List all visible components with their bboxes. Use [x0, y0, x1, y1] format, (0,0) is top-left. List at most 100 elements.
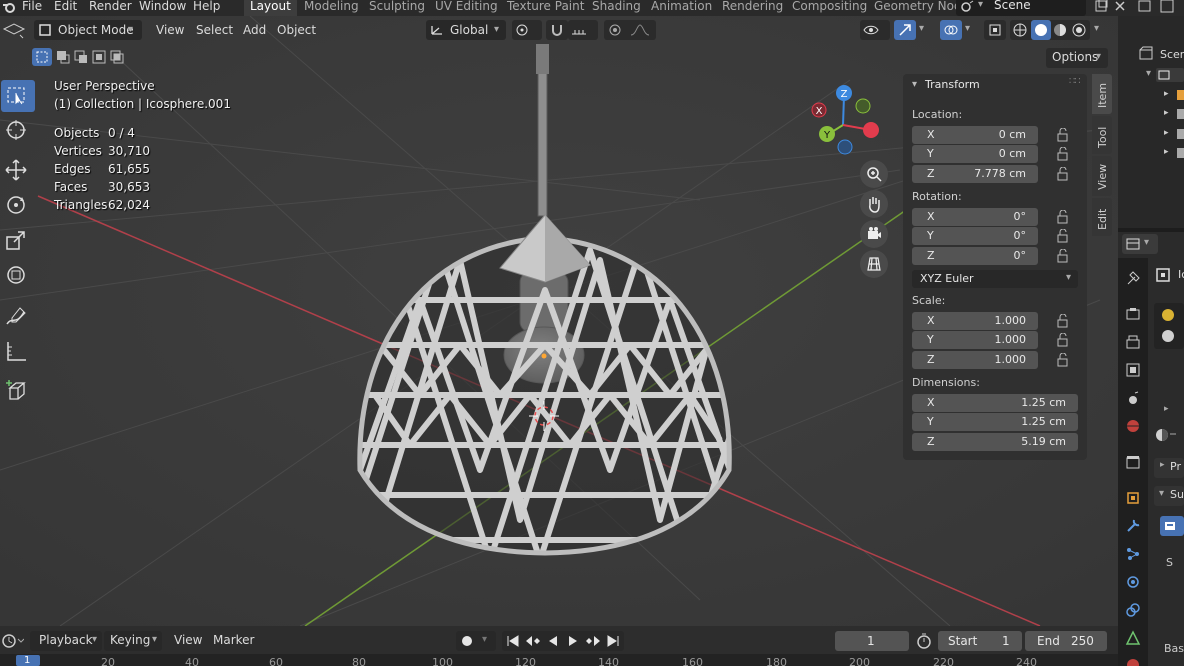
object-properties-icon[interactable] [1125, 490, 1141, 506]
menu-file[interactable]: File [22, 0, 42, 13]
select-extend-icon[interactable] [56, 50, 70, 64]
workspace-tab-layout[interactable]: Layout [244, 0, 297, 16]
object-name-field[interactable]: Ic [1178, 268, 1184, 281]
view-layer-list-icon[interactable] [1160, 0, 1174, 13]
tab-view[interactable]: View [1092, 156, 1112, 196]
gizmo-toggle[interactable] [894, 20, 916, 40]
options-dropdown[interactable]: Options ▾ [1046, 48, 1108, 68]
menu-render[interactable]: Render [89, 0, 132, 13]
expand-arrow-icon[interactable]: ▸ [1164, 128, 1169, 138]
editor-type-icon[interactable] [2, 633, 24, 649]
expand-arrow-icon[interactable]: ▸ [1164, 89, 1169, 99]
particles-properties-icon[interactable] [1125, 546, 1141, 562]
tool-add-cube[interactable] [0, 375, 34, 407]
lock-icon[interactable] [1056, 128, 1070, 142]
rotation-mode-dropdown[interactable]: XYZ Euler ▾ [912, 270, 1078, 288]
menu-object[interactable]: Object [277, 23, 316, 37]
location-y-field[interactable]: Y0 cm [912, 145, 1038, 163]
scene-selector[interactable]: ▾ Scene [956, 0, 1086, 16]
select-subtract-icon[interactable] [74, 50, 88, 64]
expand-arrow-icon[interactable]: ▸ [1164, 147, 1169, 157]
expand-arrow-icon[interactable]: ▾ [1146, 68, 1151, 79]
tool-scale[interactable] [0, 224, 34, 256]
menu-add[interactable]: Add [243, 23, 266, 37]
select-intersect-icon[interactable] [110, 50, 124, 64]
new-scene-icon[interactable] [1094, 0, 1108, 13]
next-keyframe-icon[interactable] [584, 635, 602, 647]
lock-icon[interactable] [1056, 333, 1070, 347]
chevron-down-icon[interactable]: ▾ [965, 23, 970, 34]
lock-icon[interactable] [1056, 147, 1070, 161]
data-properties-icon[interactable] [1125, 630, 1141, 646]
tool-move[interactable] [0, 154, 34, 186]
play-icon[interactable] [566, 635, 580, 647]
navigation-gizmo[interactable]: X Z Y [805, 80, 885, 160]
material-slots-list[interactable] [1154, 303, 1184, 349]
menu-edit[interactable]: Edit [54, 0, 77, 13]
tab-tool[interactable]: Tool [1092, 116, 1112, 154]
playhead[interactable]: 1 [16, 655, 40, 666]
ortho-toggle-button[interactable] [860, 250, 888, 278]
timeline-view-menu[interactable]: View [174, 633, 202, 647]
workspace-tab-sculpting[interactable]: Sculpting [363, 0, 431, 16]
modifier-properties-icon[interactable] [1125, 518, 1141, 534]
tool-select-box[interactable] [1, 80, 35, 112]
lock-icon[interactable] [1056, 167, 1070, 181]
collection-properties-icon[interactable] [1125, 454, 1141, 470]
play-reverse-icon[interactable] [546, 635, 560, 647]
end-frame-field[interactable]: End 250 [1025, 631, 1107, 651]
material-properties-icon[interactable] [1125, 656, 1141, 666]
scale-z-field[interactable]: Z 1.000 [912, 351, 1038, 369]
workspace-tab-uv-editing[interactable]: UV Editing [429, 0, 504, 16]
collection-row[interactable] [1156, 68, 1184, 82]
jump-start-icon[interactable] [506, 635, 520, 647]
lock-icon[interactable] [1056, 314, 1070, 328]
playback-dropdown[interactable]: Playback ▾ [30, 631, 102, 651]
menu-select[interactable]: Select [196, 23, 233, 37]
dimensions-z-field[interactable]: Z 5.19 cm [912, 433, 1078, 451]
tool-rotate[interactable] [0, 189, 34, 221]
prev-keyframe-icon[interactable] [524, 635, 542, 647]
keying-dropdown[interactable]: Keying ▾ [104, 631, 162, 651]
proportional-editing-button[interactable] [604, 20, 656, 40]
surface-panel-header[interactable]: ▾ Su [1154, 486, 1184, 506]
tool-transform[interactable] [0, 259, 34, 291]
lock-icon[interactable] [1056, 210, 1070, 224]
current-frame-field[interactable]: 1 [835, 631, 909, 651]
start-frame-field[interactable]: Start 1 [938, 631, 1022, 651]
overlays-toggle[interactable] [940, 20, 962, 40]
location-x-field[interactable]: X0 cm [912, 126, 1038, 144]
tool-cursor[interactable] [0, 114, 34, 146]
xray-toggle[interactable] [984, 20, 1006, 40]
output-properties-icon[interactable] [1125, 334, 1141, 350]
jump-end-icon[interactable] [606, 635, 620, 647]
rendered-shading-icon[interactable] [1072, 23, 1086, 37]
rotation-x-field[interactable]: X 0° [912, 208, 1038, 226]
tool-measure[interactable] [0, 335, 34, 367]
menu-help[interactable]: Help [193, 0, 220, 13]
lock-icon[interactable] [1056, 249, 1070, 263]
mode-dropdown[interactable]: Object Mode ▾ [34, 20, 142, 40]
tab-item[interactable]: Item [1092, 74, 1112, 114]
menu-window[interactable]: Window [139, 0, 186, 13]
workspace-tab-shading[interactable]: Shading [586, 0, 647, 16]
stopwatch-icon[interactable] [916, 633, 932, 649]
tool-properties-icon[interactable] [1125, 270, 1141, 286]
view-layer-properties-icon[interactable] [1125, 362, 1141, 378]
object-visibility-button[interactable] [860, 20, 890, 40]
lock-icon[interactable] [1056, 229, 1070, 243]
snap-toggle[interactable] [546, 20, 568, 40]
transform-panel-title[interactable]: Transform [925, 78, 980, 91]
constraints-properties-icon[interactable] [1125, 602, 1141, 618]
workspace-tab-compositing[interactable]: Compositing [786, 0, 873, 16]
select-invert-icon[interactable] [92, 50, 106, 64]
tool-annotate[interactable] [0, 300, 34, 332]
select-set-button[interactable] [32, 48, 52, 66]
close-icon[interactable] [1113, 0, 1127, 13]
wireframe-shading-icon[interactable] [1013, 23, 1027, 37]
world-properties-icon[interactable] [1125, 418, 1141, 434]
chevron-down-icon[interactable]: ▾ [1094, 23, 1099, 34]
preview-panel-header[interactable]: ▸ Pr [1154, 458, 1184, 478]
pan-button[interactable] [860, 190, 888, 218]
editor-type-icon[interactable] [2, 21, 26, 39]
